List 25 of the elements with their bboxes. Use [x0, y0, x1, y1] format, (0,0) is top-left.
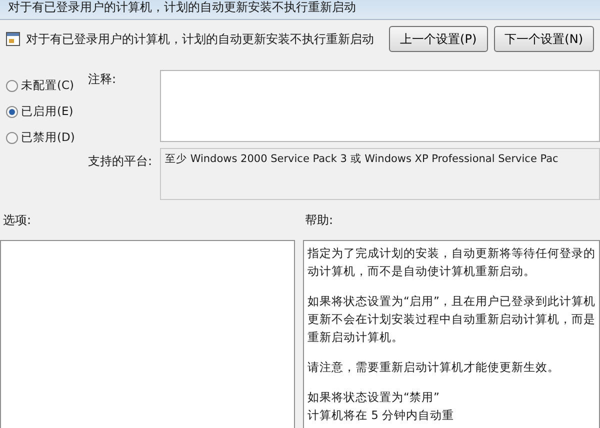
help-text: 重新启动计算机。	[308, 329, 404, 346]
help-text: 如果将状态设置为“禁用”	[308, 389, 440, 406]
comment-label: 注释:	[88, 71, 118, 88]
help-text: 请注意，需要重新启动计算机才能使更新生效。	[308, 359, 560, 376]
help-text: 更新不会在计划安装过程中自动重新启动计算机，而是	[308, 311, 595, 328]
radio-label: 已启用(E)	[21, 103, 74, 120]
policy-title: 对于有已登录用户的计算机，计划的自动更新安装不执行重新启动	[26, 31, 375, 48]
platform-field: 至少 Windows 2000 Service Pack 3 或 Windows XP Professional Service Pac	[160, 148, 600, 200]
settings-icon	[6, 32, 20, 46]
help-text: 指定为了完成计划的安装，自动更新将等待任何登录的	[308, 245, 595, 262]
radio-label: 已禁用(D)	[21, 129, 75, 146]
help-text: 如果将状态设置为“启用”，且在用户已登录到此计算机	[308, 293, 595, 310]
platform-label: 支持的平台:	[88, 153, 154, 170]
radio-button[interactable]	[6, 132, 18, 144]
window-title: 对于有已登录用户的计算机，计划的自动更新安装不执行重新启动	[8, 0, 356, 14]
help-text: 计算机将在 5 分钟内自动重	[308, 407, 456, 424]
radio-button[interactable]	[6, 80, 18, 92]
help-text: 动计算机，而不是自动使计算机重新启动。	[308, 263, 536, 280]
radio-label: 未配置(C)	[21, 77, 74, 94]
radio-button[interactable]	[6, 106, 18, 118]
next-setting-button[interactable]: 下一个设置(N)	[494, 26, 594, 52]
help-label: 帮助:	[305, 213, 334, 227]
options-label: 选项:	[3, 213, 32, 227]
previous-setting-button[interactable]: 上一个设置(P)	[389, 26, 488, 52]
comment-field[interactable]	[160, 70, 600, 142]
